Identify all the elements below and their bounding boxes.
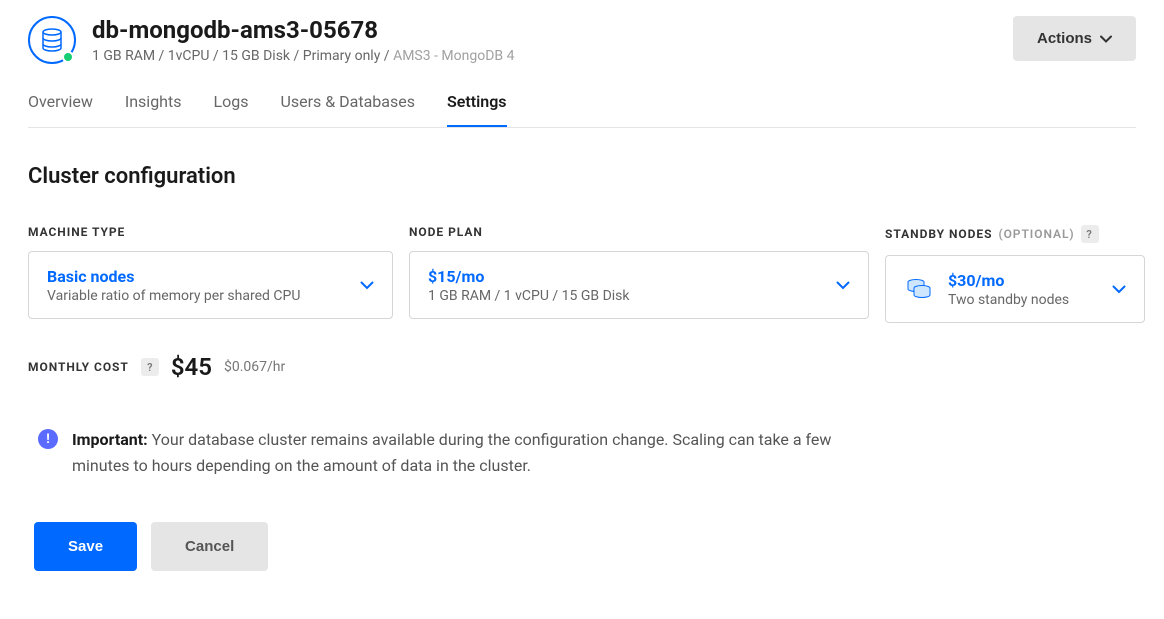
chevron-down-icon bbox=[836, 281, 850, 290]
chevron-down-icon bbox=[1112, 285, 1126, 294]
machine-type-column: MACHINE TYPE Basic nodes Variable ratio … bbox=[28, 225, 393, 323]
monthly-cost-amount: $45 bbox=[171, 353, 212, 381]
tab-insights[interactable]: Insights bbox=[125, 92, 182, 127]
machine-type-select[interactable]: Basic nodes Variable ratio of memory per… bbox=[28, 251, 393, 319]
tab-settings[interactable]: Settings bbox=[447, 92, 507, 127]
standby-nodes-label: STANDBY NODES (OPTIONAL) ? bbox=[885, 225, 1145, 243]
database-icon bbox=[28, 16, 76, 64]
standby-nodes-column: STANDBY NODES (OPTIONAL) ? $30/mo Two st… bbox=[885, 225, 1145, 323]
status-indicator-icon bbox=[62, 51, 74, 63]
page-subtitle: 1 GB RAM / 1vCPU / 15 GB Disk / Primary … bbox=[92, 48, 514, 64]
important-notice: ! Important: Your database cluster remai… bbox=[28, 421, 1136, 504]
node-plan-desc: 1 GB RAM / 1 vCPU / 15 GB Disk bbox=[428, 288, 630, 304]
tab-logs[interactable]: Logs bbox=[213, 92, 248, 127]
save-button[interactable]: Save bbox=[34, 522, 137, 571]
section-title: Cluster configuration bbox=[28, 164, 1136, 189]
machine-type-desc: Variable ratio of memory per shared CPU bbox=[47, 288, 300, 304]
tabs: Overview Insights Logs Users & Databases… bbox=[28, 92, 1136, 128]
monthly-cost-label: MONTHLY COST bbox=[28, 360, 129, 374]
help-icon[interactable]: ? bbox=[141, 358, 159, 376]
config-row: MACHINE TYPE Basic nodes Variable ratio … bbox=[28, 225, 1136, 323]
page-title: db-mongodb-ams3-05678 bbox=[92, 16, 514, 44]
notice-text: Important: Your database cluster remains… bbox=[72, 427, 832, 478]
tab-users-databases[interactable]: Users & Databases bbox=[280, 92, 415, 127]
monthly-cost-row: MONTHLY COST ? $45 $0.067/hr bbox=[28, 353, 1136, 381]
button-row: Save Cancel bbox=[28, 522, 1136, 571]
chevron-down-icon bbox=[1100, 35, 1112, 43]
node-plan-label: NODE PLAN bbox=[409, 225, 869, 239]
node-plan-select[interactable]: $15/mo 1 GB RAM / 1 vCPU / 15 GB Disk bbox=[409, 251, 869, 319]
machine-type-value: Basic nodes bbox=[47, 267, 300, 286]
tab-overview[interactable]: Overview bbox=[28, 92, 93, 127]
standby-db-icon bbox=[904, 274, 934, 304]
hourly-cost: $0.067/hr bbox=[224, 359, 285, 375]
machine-type-label: MACHINE TYPE bbox=[28, 225, 393, 239]
header-left: db-mongodb-ams3-05678 1 GB RAM / 1vCPU /… bbox=[28, 16, 514, 64]
help-icon[interactable]: ? bbox=[1081, 225, 1099, 243]
page-header: db-mongodb-ams3-05678 1 GB RAM / 1vCPU /… bbox=[28, 16, 1136, 64]
standby-desc: Two standby nodes bbox=[948, 292, 1069, 308]
cancel-button[interactable]: Cancel bbox=[151, 522, 268, 571]
actions-button[interactable]: Actions bbox=[1013, 16, 1136, 61]
standby-nodes-select[interactable]: $30/mo Two standby nodes bbox=[885, 255, 1145, 323]
chevron-down-icon bbox=[360, 281, 374, 290]
info-icon: ! bbox=[38, 429, 58, 449]
standby-value: $30/mo bbox=[948, 271, 1069, 290]
node-plan-column: NODE PLAN $15/mo 1 GB RAM / 1 vCPU / 15 … bbox=[409, 225, 869, 323]
node-plan-value: $15/mo bbox=[428, 267, 630, 286]
